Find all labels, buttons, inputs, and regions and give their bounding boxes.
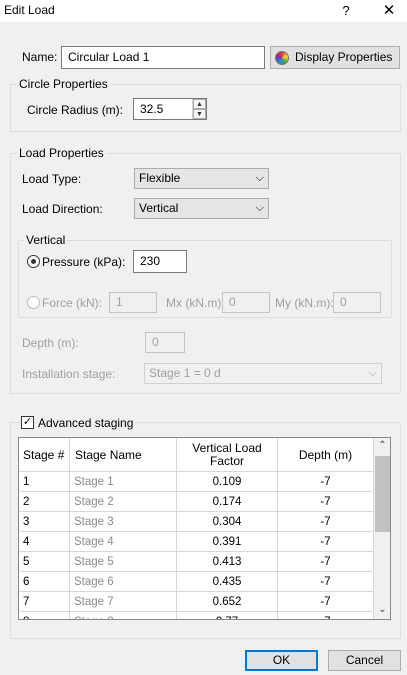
chevron-up-icon[interactable]: ⌃ (374, 438, 390, 454)
cell-depth[interactable]: -7 (278, 572, 374, 592)
cell-depth[interactable]: -7 (278, 492, 374, 512)
scrollbar-thumb[interactable] (375, 456, 390, 532)
cell-stage-number: 8 (19, 612, 70, 619)
mx-field[interactable]: 0 (222, 292, 270, 313)
cell-depth[interactable]: -7 (278, 592, 374, 612)
window-title: Edit Load (4, 3, 55, 17)
table-row[interactable]: 2 Stage 2 0.174 -7 (19, 492, 374, 512)
cell-stage-number: 7 (19, 592, 70, 612)
table-header: Stage # Stage Name Vertical Load Factor … (19, 438, 374, 472)
force-label: Force (kN): (42, 296, 102, 310)
cell-stage-number: 2 (19, 492, 70, 512)
ok-button[interactable]: OK (245, 650, 318, 671)
load-properties-title: Load Properties (17, 146, 106, 160)
chevron-down-icon: ⌵ (368, 367, 377, 379)
pressure-label: Pressure (kPa): (42, 255, 126, 269)
load-type-dropdown[interactable]: Flexible ⌵ (134, 168, 269, 189)
load-direction-label: Load Direction: (22, 202, 103, 216)
chevron-down-icon: ⌵ (255, 172, 264, 184)
table-row[interactable]: 4 Stage 4 0.391 -7 (19, 532, 374, 552)
cell-stage-number: 1 (19, 472, 70, 492)
help-button[interactable]: ? (336, 1, 356, 21)
cell-load-factor[interactable]: 0.413 (177, 552, 278, 572)
cell-depth[interactable]: -7 (278, 512, 374, 532)
installation-stage-label: Installation stage: (22, 367, 116, 381)
cell-load-factor[interactable]: 0.435 (177, 572, 278, 592)
cell-load-factor[interactable]: 0.109 (177, 472, 278, 492)
cell-stage-number: 6 (19, 572, 70, 592)
cell-stage-name: Stage 5 (70, 552, 177, 572)
table-row[interactable]: 1 Stage 1 0.109 -7 (19, 472, 374, 492)
chevron-down-icon: ⌵ (255, 202, 264, 214)
name-label: Name: (22, 50, 58, 64)
pressure-radio[interactable] (27, 255, 40, 268)
cell-stage-name: Stage 6 (70, 572, 177, 592)
palette-icon (275, 50, 289, 65)
cell-depth[interactable]: -7 (278, 532, 374, 552)
cell-stage-number: 3 (19, 512, 70, 532)
table-scrollbar[interactable]: ⌃ ⌄ (374, 438, 390, 619)
load-direction-dropdown[interactable]: Vertical ⌵ (134, 198, 269, 219)
my-label: My (kN.m): (275, 296, 334, 310)
col-stage-number[interactable]: Stage # (19, 438, 70, 472)
cancel-button[interactable]: Cancel (328, 650, 401, 671)
table-row[interactable]: 3 Stage 3 0.304 -7 (19, 512, 374, 532)
circle-radius-spinner[interactable]: ▲ ▼ (192, 99, 206, 119)
cell-depth[interactable]: -7 (278, 612, 374, 619)
cell-load-factor[interactable]: 0.77 (177, 612, 278, 619)
force-radio[interactable] (27, 296, 40, 309)
staging-table: Stage # Stage Name Vertical Load Factor … (18, 437, 391, 620)
circle-properties-title: Circle Properties (17, 77, 110, 91)
col-stage-name[interactable]: Stage Name (70, 438, 177, 472)
chevron-down-icon[interactable]: ⌄ (374, 602, 390, 618)
load-direction-value: Vertical (139, 201, 179, 215)
title-bar: Edit Load ? ✕ (0, 0, 407, 22)
installation-stage-value: Stage 1 = 0 d (149, 366, 221, 380)
table-row[interactable]: 8 Stage 8 0.77 -7 (19, 612, 374, 619)
installation-stage-dropdown[interactable]: Stage 1 = 0 d ⌵ (144, 363, 382, 384)
display-properties-button[interactable]: Display Properties (270, 46, 400, 69)
spin-up-icon[interactable]: ▲ (193, 99, 206, 109)
cell-stage-name: Stage 7 (70, 592, 177, 612)
cell-load-factor[interactable]: 0.652 (177, 592, 278, 612)
advanced-staging-checkbox[interactable]: ✓ (21, 416, 34, 429)
cell-load-factor[interactable]: 0.174 (177, 492, 278, 512)
circle-radius-label: Circle Radius (m): (27, 103, 124, 117)
table-row[interactable]: 6 Stage 6 0.435 -7 (19, 572, 374, 592)
spin-down-icon[interactable]: ▼ (193, 109, 206, 119)
mx-label: Mx (kN.m): (166, 296, 225, 310)
cell-stage-name: Stage 2 (70, 492, 177, 512)
cell-load-factor[interactable]: 0.391 (177, 532, 278, 552)
circle-radius-value: 32.5 (140, 102, 164, 116)
col-depth[interactable]: Depth (m) (278, 438, 374, 472)
cell-load-factor[interactable]: 0.304 (177, 512, 278, 532)
table-row[interactable]: 7 Stage 7 0.652 -7 (19, 592, 374, 612)
name-field[interactable]: Circular Load 1 (61, 46, 265, 69)
checkmark-icon: ✓ (22, 416, 33, 428)
cell-stage-name: Stage 3 (70, 512, 177, 532)
depth-label: Depth (m): (22, 336, 79, 350)
table-row[interactable]: 5 Stage 5 0.413 -7 (19, 552, 374, 572)
cell-stage-number: 4 (19, 532, 70, 552)
col-vertical-load-factor[interactable]: Vertical Load Factor (177, 438, 278, 472)
my-field[interactable]: 0 (333, 292, 381, 313)
load-type-value: Flexible (139, 171, 181, 185)
cell-stage-name: Stage 4 (70, 532, 177, 552)
cell-depth[interactable]: -7 (278, 552, 374, 572)
pressure-field[interactable]: 230 (133, 250, 187, 273)
advanced-staging-label: Advanced staging (36, 416, 136, 430)
cell-depth[interactable]: -7 (278, 472, 374, 492)
cell-stage-name: Stage 8 (70, 612, 177, 619)
vertical-group-title: Vertical (24, 233, 68, 247)
cell-stage-number: 5 (19, 552, 70, 572)
cell-stage-name: Stage 1 (70, 472, 177, 492)
depth-field[interactable]: 0 (145, 332, 185, 353)
close-button[interactable]: ✕ (377, 1, 401, 21)
force-field[interactable]: 1 (109, 292, 157, 313)
display-properties-label: Display Properties (295, 50, 393, 64)
load-type-label: Load Type: (22, 172, 82, 186)
